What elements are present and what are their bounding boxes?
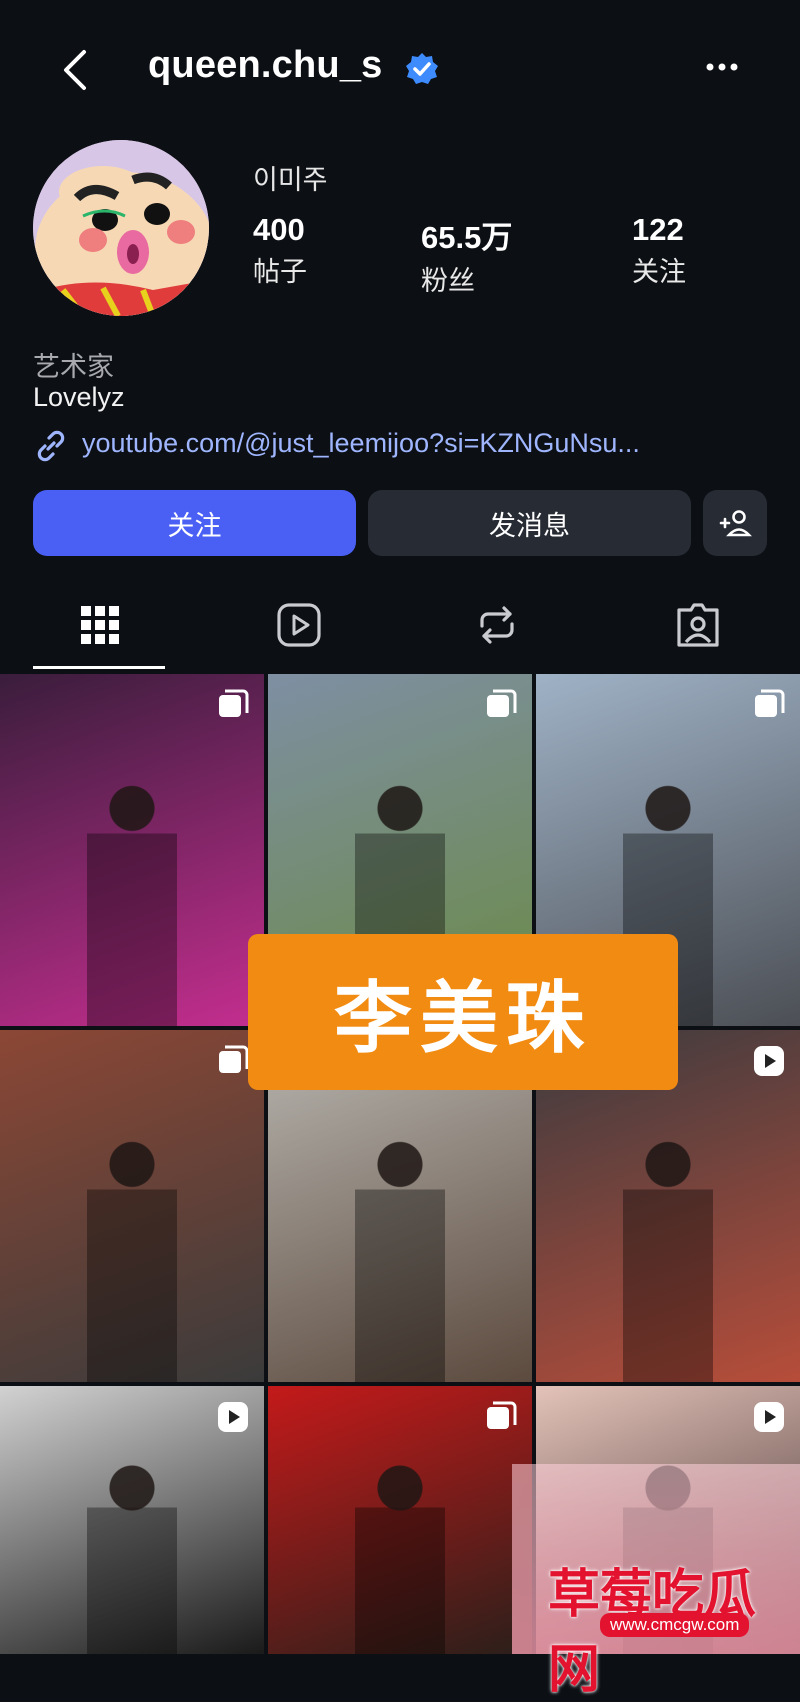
grid-post-4[interactable] — [0, 1030, 264, 1382]
follow-button[interactable]: 关注 — [33, 490, 356, 556]
post-photo — [355, 1461, 445, 1654]
post-photo — [87, 1128, 177, 1382]
message-button[interactable]: 发消息 — [368, 490, 691, 556]
carousel-icon — [752, 688, 786, 722]
profile-avatar[interactable] — [33, 140, 209, 316]
profile-username: queen.chu_s — [148, 44, 383, 86]
tab-reels[interactable] — [274, 600, 324, 650]
grid-post-1[interactable] — [0, 674, 264, 1026]
name-banner: 李美珠 — [248, 934, 678, 1090]
carousel-icon — [484, 1400, 518, 1434]
grid-post-7[interactable] — [0, 1386, 264, 1654]
link-icon — [33, 428, 69, 464]
reels-icon — [752, 1044, 786, 1078]
more-options-button[interactable] — [702, 52, 742, 82]
tab-reposts[interactable] — [472, 600, 522, 650]
stat-label: 帖子 — [253, 257, 307, 287]
reels-icon — [752, 1400, 786, 1434]
suggest-user-button[interactable] — [703, 490, 767, 556]
stat-posts[interactable]: 400 帖子 — [253, 212, 307, 289]
tab-tagged[interactable] — [673, 600, 723, 650]
post-photo — [623, 1128, 713, 1382]
cartoon-avatar-icon — [33, 140, 209, 316]
profile-bio: Lovelyz — [33, 382, 125, 412]
display-name: 이미주 — [253, 165, 328, 195]
grid-icon — [81, 606, 119, 644]
carousel-icon — [216, 688, 250, 722]
tab-posts-grid[interactable] — [75, 600, 125, 650]
stat-value: 122 — [632, 212, 684, 247]
carousel-icon — [216, 1044, 250, 1078]
tagged-person-icon — [677, 603, 719, 647]
more-horizontal-icon — [706, 63, 738, 71]
stat-value: 400 — [253, 212, 305, 247]
reels-icon — [277, 603, 321, 647]
back-button[interactable] — [58, 46, 98, 94]
watermark-url: www.cmcgw.com — [600, 1613, 750, 1637]
profile-link[interactable]: youtube.com/@just_leemijoo?si=KZNGuNsu..… — [82, 428, 640, 459]
post-photo — [355, 1128, 445, 1382]
profile-category: 艺术家 — [33, 352, 114, 382]
verified-badge-icon — [405, 52, 439, 86]
post-photo — [87, 772, 177, 1026]
carousel-icon — [484, 688, 518, 722]
stat-label: 关注 — [632, 257, 686, 287]
post-photo — [87, 1461, 177, 1654]
stat-value: 65.5万 — [421, 220, 513, 255]
chevron-left-icon — [64, 50, 86, 90]
stat-followers[interactable]: 65.5万 粉丝 — [421, 212, 512, 298]
reels-icon — [216, 1400, 250, 1434]
stat-following[interactable]: 122 关注 — [632, 212, 686, 289]
grid-post-8[interactable] — [268, 1386, 532, 1654]
stat-label: 粉丝 — [421, 266, 475, 296]
active-tab-indicator — [33, 666, 165, 669]
repost-icon — [480, 606, 514, 644]
add-person-icon — [719, 510, 752, 537]
